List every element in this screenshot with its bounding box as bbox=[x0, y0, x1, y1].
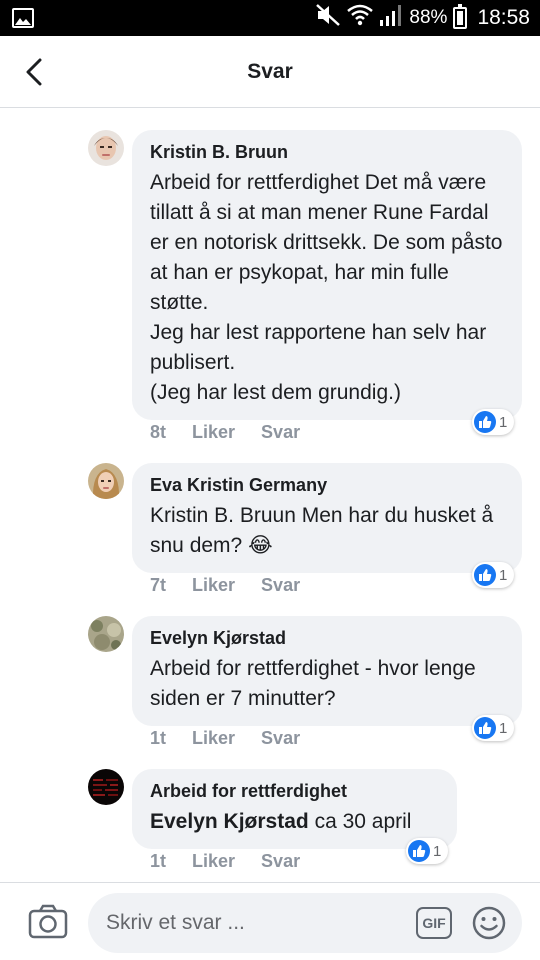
like-button[interactable]: Liker bbox=[192, 851, 235, 872]
comment-text: Arbeid for rettferdighet Det må være til… bbox=[150, 171, 503, 404]
gallery-notification-icon bbox=[12, 8, 34, 28]
reply-button[interactable]: Svar bbox=[261, 851, 300, 872]
comment-time: 7t bbox=[150, 575, 167, 595]
emoji-button[interactable] bbox=[471, 905, 507, 941]
mute-icon bbox=[315, 3, 341, 33]
clock: 18:58 bbox=[477, 6, 530, 29]
like-button[interactable]: Liker bbox=[192, 728, 235, 749]
emoji-icon bbox=[472, 906, 506, 940]
comment-author[interactable]: Evelyn Kjørstad bbox=[150, 626, 504, 650]
comment-author[interactable]: Arbeid for rettferdighet bbox=[150, 779, 439, 803]
comment-bubble[interactable]: Evelyn Kjørstad Arbeid for rettferdighet… bbox=[132, 616, 522, 726]
comment-text-body: ca 30 april bbox=[314, 810, 412, 833]
reaction-count: 1 bbox=[499, 413, 508, 431]
reply-button[interactable]: Svar bbox=[261, 728, 300, 749]
reaction-badge[interactable]: 1 bbox=[472, 409, 515, 435]
comment-bubble[interactable]: Kristin B. Bruun Arbeid for rettferdighe… bbox=[132, 130, 522, 420]
comment-text-body: Kristin B. Bruun Men har du husket å snu… bbox=[150, 504, 494, 557]
battery-icon bbox=[453, 4, 468, 29]
comment-text: Kristin B. Bruun Men har du husket å snu… bbox=[150, 501, 504, 561]
status-bar: 88% 18:58 bbox=[0, 0, 540, 36]
comment-text: Arbeid for rettferdighet - hvor lenge si… bbox=[150, 657, 476, 710]
reply-button[interactable]: Svar bbox=[261, 422, 300, 443]
comment-mention[interactable]: Evelyn Kjørstad bbox=[150, 810, 309, 833]
reply-button[interactable]: Svar bbox=[261, 575, 300, 596]
header: Svar bbox=[0, 36, 540, 108]
reply-input[interactable] bbox=[106, 893, 406, 953]
comment-author[interactable]: Kristin B. Bruun bbox=[150, 140, 504, 164]
comment-actions: 1t Liker Svar bbox=[150, 728, 300, 749]
like-reaction-icon bbox=[474, 411, 496, 433]
like-reaction-icon bbox=[474, 717, 496, 739]
avatar[interactable] bbox=[88, 130, 124, 166]
reply-input-container: GIF bbox=[88, 893, 522, 953]
avatar[interactable] bbox=[88, 616, 124, 652]
wifi-icon bbox=[347, 4, 374, 32]
like-reaction-icon bbox=[474, 564, 496, 586]
comment-bubble[interactable]: Eva Kristin Germany Kristin B. Bruun Men… bbox=[132, 463, 522, 573]
comment-actions: 1t Liker Svar bbox=[150, 851, 300, 872]
comment-actions: 8t Liker Svar bbox=[150, 422, 300, 443]
like-button[interactable]: Liker bbox=[192, 575, 235, 596]
signal-icon bbox=[379, 4, 403, 32]
comment-time: 8t bbox=[150, 422, 167, 442]
camera-button[interactable] bbox=[28, 903, 68, 939]
laughing-emoji: 😂 bbox=[248, 534, 273, 557]
comment-actions: 7t Liker Svar bbox=[150, 575, 300, 596]
reaction-count: 1 bbox=[433, 842, 442, 860]
comment-bubble[interactable]: Arbeid for rettferdighet Evelyn Kjørstad… bbox=[132, 769, 457, 849]
reaction-badge[interactable]: 1 bbox=[472, 562, 515, 588]
battery-percent: 88% bbox=[409, 7, 448, 28]
reaction-count: 1 bbox=[499, 566, 508, 584]
reaction-count: 1 bbox=[499, 719, 508, 737]
gif-button[interactable]: GIF bbox=[416, 907, 452, 939]
page-title: Svar bbox=[247, 60, 293, 83]
reaction-badge[interactable]: 1 bbox=[406, 838, 449, 864]
reaction-badge[interactable]: 1 bbox=[472, 715, 515, 741]
like-reaction-icon bbox=[408, 840, 430, 862]
comment-author[interactable]: Eva Kristin Germany bbox=[150, 473, 504, 497]
like-button[interactable]: Liker bbox=[192, 422, 235, 443]
avatar[interactable] bbox=[88, 769, 124, 805]
comment-text: Evelyn Kjørstad ca 30 april bbox=[150, 807, 439, 837]
comment-time: 1t bbox=[150, 851, 167, 871]
reply-composer: GIF bbox=[0, 882, 540, 960]
camera-icon bbox=[28, 904, 68, 939]
avatar[interactable] bbox=[88, 463, 124, 499]
comment-time: 1t bbox=[150, 728, 167, 748]
